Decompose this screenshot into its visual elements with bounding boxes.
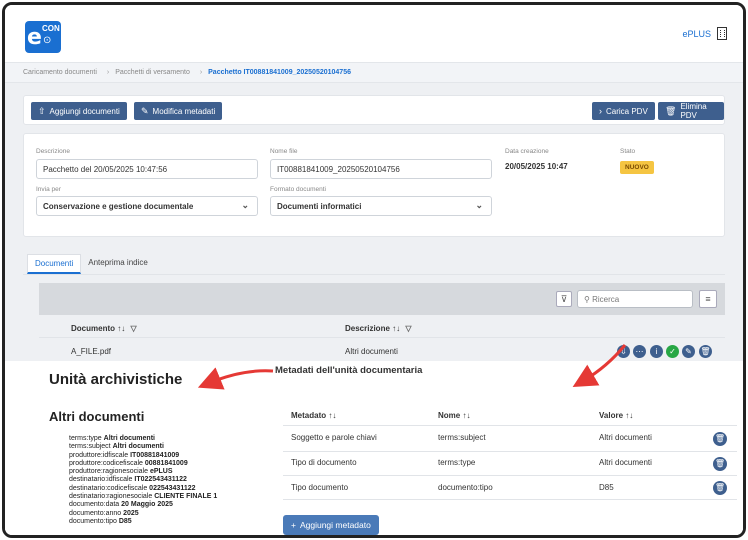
annotation-arrows	[197, 344, 627, 390]
app-window: e CON ⊙ ePLUS Caricamento documenti › Pa…	[2, 2, 746, 538]
arrow-to-unita	[197, 367, 274, 390]
arrow-to-metadati	[572, 344, 627, 388]
